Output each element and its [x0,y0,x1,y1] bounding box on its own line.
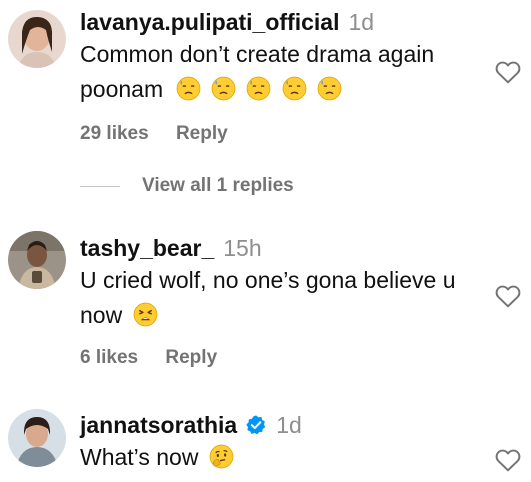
heart-icon[interactable] [495,60,521,84]
comment-text: What’s now [80,440,471,475]
reply-button[interactable]: Reply [165,347,217,368]
view-replies-button[interactable]: View all 1 replies [142,175,294,197]
comment-username[interactable]: jannatsorathia [80,411,237,439]
downcast-face-with-sweat-icon [317,76,342,101]
comment-text-fragment: poonam [80,76,164,102]
comment-text-fragment: What’s now [80,444,199,470]
comment-text: U cried wolf, no one’s gona believe u no… [80,263,471,333]
downcast-face-with-sweat-icon [282,76,307,101]
downcast-face-with-sweat-icon [211,76,236,101]
comment-timestamp: 15h [223,235,262,261]
comment-text: Common don’t create drama again poonam [80,37,471,107]
thinking-face-icon [209,444,234,469]
comment-text-line: now [80,298,471,333]
comment-text-line: Common don’t create drama again [80,41,435,67]
comment-username[interactable]: tashy_bear_ [80,234,214,262]
likes-count[interactable]: 6 likes [80,347,138,368]
downcast-face-with-sweat-icon [176,76,200,101]
reply-button[interactable]: Reply [176,123,228,144]
comment-text-line: poonam [80,72,471,107]
weary-face-icon [133,302,157,327]
heart-icon[interactable] [495,284,521,308]
likes-count[interactable]: 29 likes [80,123,149,144]
comment-text-fragment: now [80,302,123,328]
avatar[interactable] [8,10,66,68]
avatar[interactable] [8,231,66,289]
comment-text-line: What’s now [80,440,471,475]
comment-username[interactable]: lavanya.pulipati_official [80,8,339,36]
heart-icon[interactable] [495,448,521,472]
comment-timestamp: 1d [276,412,302,438]
comment-text-line: U cried wolf, no one’s gona believe u [80,267,456,293]
view-replies-row[interactable]: View all 1 replies [80,175,294,197]
comment-timestamp: 1d [348,9,375,35]
replies-divider [80,185,120,187]
verified-badge-icon [246,415,266,435]
avatar[interactable] [8,409,66,467]
downcast-face-with-sweat-icon [246,76,271,101]
